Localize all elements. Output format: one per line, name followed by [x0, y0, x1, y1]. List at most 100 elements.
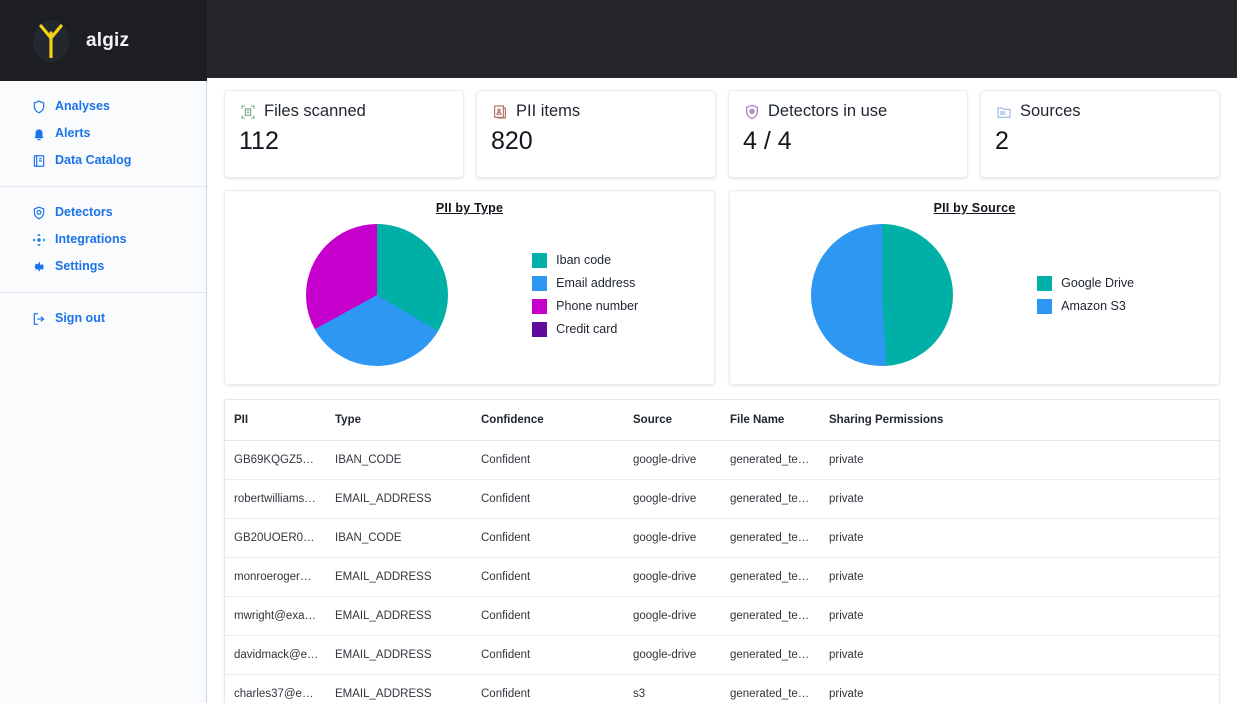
table-row[interactable]: mwright@exam… EMAIL_ADDRESS Confident googl… [225, 596, 1219, 636]
sidebar-item-data-catalog[interactable]: Data Catalog [0, 147, 206, 174]
charts-row: PII by Type Iban code Email address Phone … [224, 190, 1220, 385]
cell-file-name: generated_text… [722, 635, 821, 675]
legend-item[interactable]: Google Drive [1037, 276, 1219, 291]
cell-source: google-drive [625, 635, 722, 675]
cell-confidence: Confident [473, 479, 625, 519]
cell-source: google-drive [625, 479, 722, 519]
sidebar-item-integrations[interactable]: Integrations [0, 226, 206, 253]
table-header: PII Type Confidence Source File Name Sha… [225, 400, 1219, 441]
sign-out-icon [31, 311, 46, 326]
stat-value: 4 / 4 [743, 127, 792, 155]
legend-label: Credit card [556, 322, 618, 337]
stat-card-detectors-in-use[interactable]: Detectors in use 4 / 4 [728, 90, 968, 178]
shield-icon [31, 99, 46, 114]
stat-card-sources[interactable]: Sources 2 [980, 90, 1220, 178]
sidebar-item-sign-out[interactable]: Sign out [0, 305, 206, 332]
cell-type: EMAIL_ADDRESS [327, 557, 473, 597]
integrations-icon [31, 232, 46, 247]
column-header-file-name[interactable]: File Name [722, 400, 821, 441]
legend-item[interactable]: Email address [532, 276, 714, 291]
cell-type: IBAN_CODE [327, 518, 473, 558]
legend-label: Google Drive [1061, 276, 1135, 291]
dashboard-page: algiz Analyses Alerts Data Catalog Detec… [0, 0, 1237, 703]
cell-pii: mwright@exam… [225, 596, 327, 636]
legend-item[interactable]: Iban code [532, 253, 714, 268]
pie-slices [810, 224, 953, 366]
chart-card-pii-by-source: PII by Source Google Drive Amazon S3 [729, 190, 1220, 385]
column-header-sharing-permissions[interactable]: Sharing Permissions [821, 400, 1219, 441]
sidebar-item-label: Analyses [55, 99, 110, 114]
cell-file-name: generated_text… [722, 557, 821, 597]
cell-source: google-drive [625, 557, 722, 597]
table-row[interactable]: charles37@exa… EMAIL_ADDRESS Confident s3 ge… [225, 674, 1219, 703]
pie-chart-pii-by-source[interactable] [730, 224, 1033, 366]
table-body: GB69KQGZ503… IBAN_CODE Confident google-dri… [225, 440, 1219, 703]
brand-name: algiz [86, 29, 130, 51]
brand-logo-panel[interactable]: algiz [0, 0, 207, 81]
cell-pii: robertwilliams… [225, 479, 327, 519]
table-row[interactable]: GB69KQGZ503… IBAN_CODE Confident google-dri… [225, 440, 1219, 480]
chart-card-pii-by-type: PII by Type Iban code Email address Phone … [224, 190, 715, 385]
pii-document-icon [491, 103, 508, 120]
cell-type: IBAN_CODE [327, 440, 473, 480]
sidebar-item-label: Integrations [55, 232, 127, 247]
stat-title: Sources [1020, 102, 1081, 121]
column-header-source[interactable]: Source [625, 400, 722, 441]
stat-value: 2 [995, 127, 1009, 155]
cell-type: EMAIL_ADDRESS [327, 596, 473, 636]
stat-title: Detectors in use [768, 102, 888, 121]
legend-item[interactable]: Amazon S3 [1037, 299, 1219, 314]
legend-swatch-icon [532, 253, 548, 268]
sidebar-item-label: Data Catalog [55, 153, 132, 168]
legend-swatch-icon [532, 299, 548, 314]
legend-item[interactable]: Phone number [532, 299, 714, 314]
sidebar-item-label: Alerts [55, 126, 91, 141]
stats-row: Files scanned 112 PII items 820 Detector… [224, 90, 1220, 178]
cell-confidence: Confident [473, 674, 625, 703]
sidebar-item-detectors[interactable]: Detectors [0, 199, 206, 226]
cell-file-name: generated_text… [722, 518, 821, 558]
pii-findings-table: PII Type Confidence Source File Name Sha… [225, 400, 1219, 703]
sidebar-item-settings[interactable]: Settings [0, 253, 206, 280]
cell-file-name: generated_text… [722, 479, 821, 519]
legend-label: Email address [556, 276, 636, 291]
chart-title: PII by Source [933, 201, 1016, 215]
table-row[interactable]: davidmack@ex… EMAIL_ADDRESS Confident googl… [225, 635, 1219, 675]
file-scan-icon [239, 103, 256, 120]
cell-file-name: generated_text… [722, 596, 821, 636]
sidebar-item-label: Settings [55, 259, 105, 274]
cell-pii: GB20UOER037… [225, 518, 327, 558]
bell-icon [31, 126, 46, 141]
algiz-rune-icon [30, 17, 72, 65]
stat-card-files-scanned[interactable]: Files scanned 112 [224, 90, 464, 178]
pie-chart-pii-by-type[interactable] [225, 224, 528, 366]
sidebar-group-primary: Analyses Alerts Data Catalog [0, 81, 206, 186]
legend-swatch-icon [1037, 299, 1053, 314]
table-row[interactable]: monroeroger@… EMAIL_ADDRESS Confident googl… [225, 557, 1219, 597]
cell-sharing-permissions: private [821, 440, 1219, 480]
gear-icon [31, 259, 46, 274]
legend-item[interactable]: Credit card [532, 322, 714, 337]
cell-type: EMAIL_ADDRESS [327, 479, 473, 519]
legend-label: Phone number [556, 299, 639, 314]
pii-findings-table-card: PII Type Confidence Source File Name Sha… [224, 399, 1220, 703]
column-header-type[interactable]: Type [327, 400, 473, 441]
cell-type: EMAIL_ADDRESS [327, 635, 473, 675]
main-content: Files scanned 112 PII items 820 Detector… [207, 78, 1237, 703]
stat-title: Files scanned [264, 102, 366, 121]
table-row[interactable]: robertwilliams… EMAIL_ADDRESS Confident goo… [225, 479, 1219, 519]
sidebar-item-analyses[interactable]: Analyses [0, 93, 206, 120]
column-header-pii[interactable]: PII [225, 400, 327, 441]
stat-card-pii-items[interactable]: PII items 820 [476, 90, 716, 178]
legend-label: Iban code [556, 253, 612, 268]
sidebar-item-alerts[interactable]: Alerts [0, 120, 206, 147]
cell-pii: monroeroger@… [225, 557, 327, 597]
column-header-confidence[interactable]: Confidence [473, 400, 625, 441]
stat-title: PII items [516, 102, 581, 121]
table-row[interactable]: GB20UOER037… IBAN_CODE Confident google-dri… [225, 518, 1219, 558]
sidebar-item-label: Sign out [55, 311, 105, 326]
cell-sharing-permissions: private [821, 674, 1219, 703]
chart-legend-pii-by-source: Google Drive Amazon S3 [1033, 276, 1219, 314]
sidebar-item-label: Detectors [55, 205, 113, 220]
cell-type: EMAIL_ADDRESS [327, 674, 473, 703]
